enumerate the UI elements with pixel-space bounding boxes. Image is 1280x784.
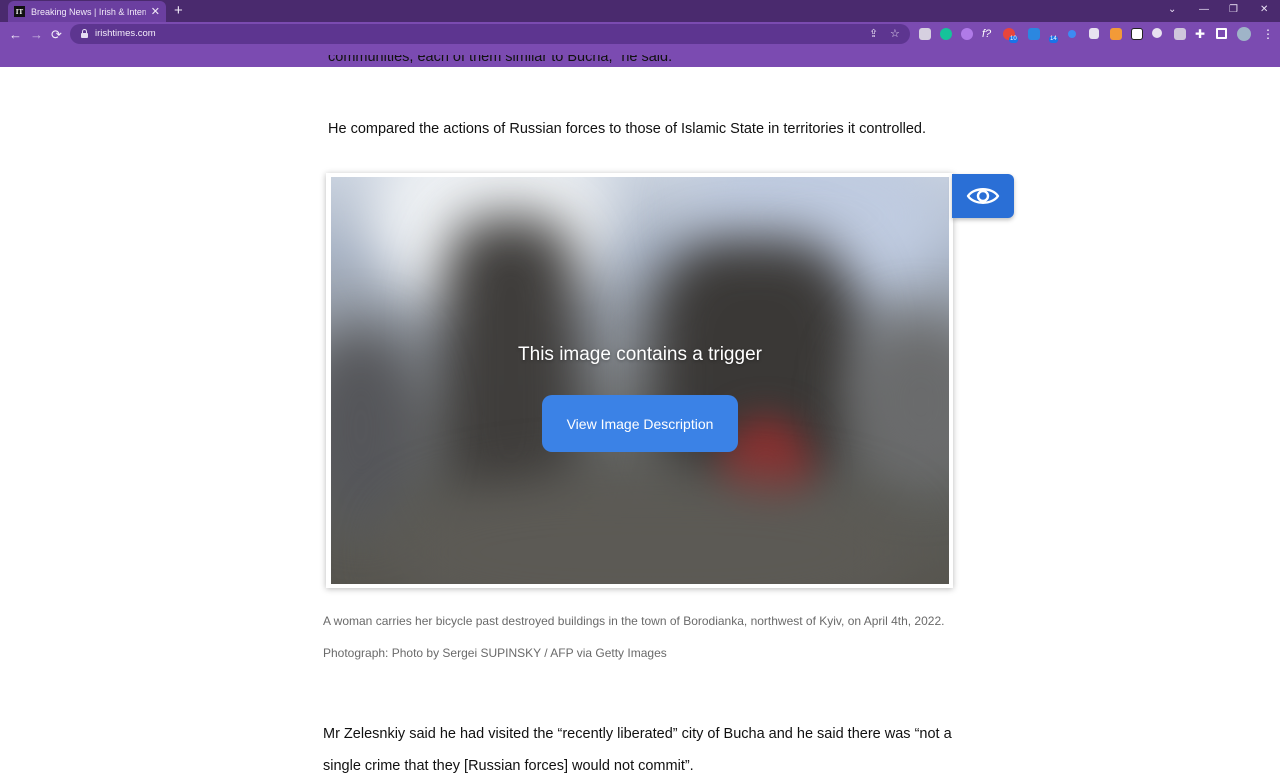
- toggle-image-visibility-button[interactable]: [952, 174, 1014, 218]
- lock-icon[interactable]: [81, 29, 88, 38]
- eye-icon: [966, 188, 1000, 204]
- extension-icon[interactable]: [1028, 28, 1040, 40]
- blurred-photo: This image contains a trigger View Image…: [331, 177, 949, 584]
- extension-badge: 14: [1049, 36, 1058, 43]
- url-text[interactable]: irishtimes.com: [95, 27, 156, 41]
- metamask-extension-icon[interactable]: [1110, 28, 1122, 40]
- browser-tab[interactable]: IT Breaking News | Irish & International…: [8, 1, 166, 22]
- blur-ground: [391, 477, 911, 584]
- extension-badge: 10: [1009, 36, 1018, 43]
- grammarly-extension-icon[interactable]: [940, 28, 952, 40]
- new-tab-button[interactable]: +: [174, 2, 183, 20]
- extension-icon[interactable]: [919, 28, 931, 40]
- address-bar[interactable]: irishtimes.com ⇪ ☆: [70, 24, 910, 44]
- tab-search-icon[interactable]: ⌄: [1168, 3, 1176, 17]
- reload-icon[interactable]: ⟳: [51, 27, 62, 43]
- extension-icon[interactable]: [1068, 30, 1076, 38]
- forward-icon[interactable]: →: [30, 27, 43, 43]
- minimize-button[interactable]: —: [1199, 3, 1209, 17]
- profile-avatar-icon[interactable]: [1237, 27, 1251, 41]
- extension-icon[interactable]: [961, 28, 973, 40]
- extension-icon[interactable]: [1089, 28, 1099, 39]
- view-image-description-button[interactable]: View Image Description: [542, 395, 738, 452]
- browser-titlebar: IT Breaking News | Irish & International…: [0, 0, 1280, 22]
- tab-close-icon[interactable]: ✕: [151, 5, 160, 18]
- font-extension-icon[interactable]: f?: [982, 28, 994, 40]
- back-icon[interactable]: ←: [9, 27, 22, 43]
- menu-kebab-icon[interactable]: ⋮: [1262, 28, 1274, 40]
- trigger-warning-title: This image contains a trigger: [518, 344, 762, 365]
- cut-paragraph-text: communities, each of them similar to Buc…: [328, 55, 673, 65]
- article-figure: This image contains a trigger View Image…: [326, 173, 953, 588]
- extension-icon[interactable]: [1152, 28, 1162, 38]
- extensions-puzzle-icon[interactable]: ✚: [1195, 28, 1207, 40]
- image-caption: A woman carries her bicycle past destroy…: [323, 614, 945, 660]
- side-panel-icon[interactable]: [1216, 28, 1227, 39]
- notion-extension-icon[interactable]: [1131, 28, 1143, 40]
- tab-title: Breaking News | Irish & International: [31, 6, 146, 17]
- camera-extension-icon[interactable]: [1174, 28, 1186, 40]
- share-icon[interactable]: ⇪: [869, 26, 878, 42]
- article-paragraph-cut: communities, each of them similar to Buc…: [328, 55, 948, 67]
- restore-button[interactable]: ❐: [1229, 3, 1238, 17]
- close-window-button[interactable]: ✕: [1260, 3, 1268, 17]
- irish-times-favicon-icon: IT: [14, 6, 25, 17]
- blur-building-left: [441, 217, 581, 517]
- bookmark-star-icon[interactable]: ☆: [890, 26, 900, 42]
- article-paragraph: He compared the actions of Russian force…: [328, 121, 926, 137]
- article-paragraph: Mr Zelesnkiy said he had visited the “re…: [323, 726, 952, 774]
